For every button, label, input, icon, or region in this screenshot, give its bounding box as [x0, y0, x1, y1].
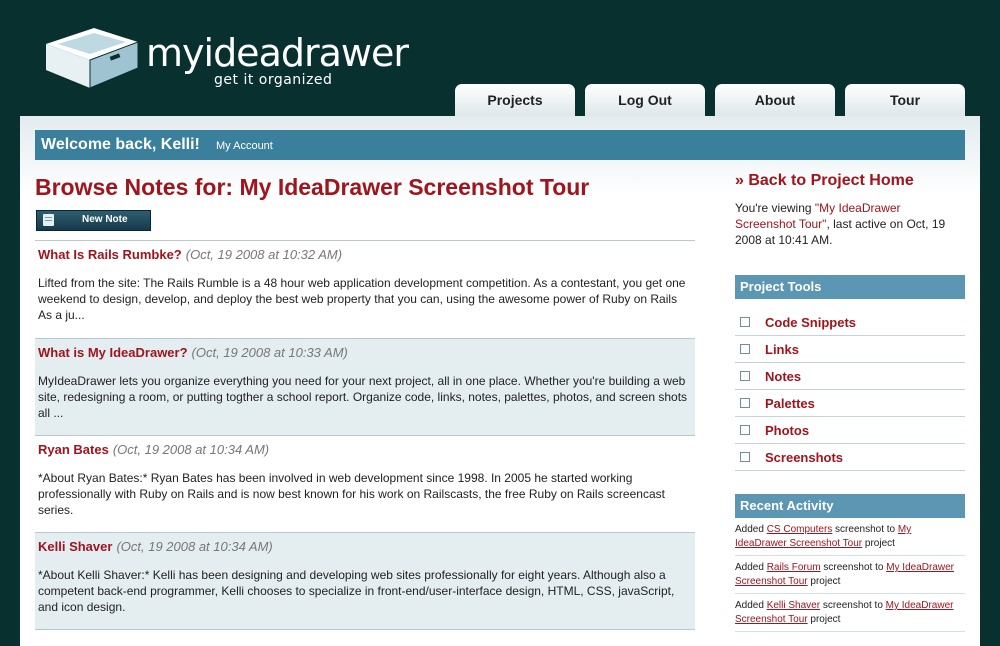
note-icon — [43, 214, 54, 226]
note-date: (Oct, 19 2008 at 10:34 AM) — [112, 442, 270, 457]
note-title[interactable]: Ryan Bates — [38, 442, 109, 457]
tool-item-links[interactable]: Links — [735, 336, 965, 363]
activity-item-link[interactable]: CS Computers — [767, 524, 833, 535]
list-item: Ryan Bates (Oct, 19 2008 at 10:34 AM) *Ab… — [35, 435, 695, 532]
tool-item-code-snippets[interactable]: Code Snippets — [735, 309, 965, 336]
activity-text: Added — [735, 600, 767, 611]
recent-activity-heading: Recent Activity — [735, 494, 965, 518]
note-date: (Oct, 19 2008 at 10:32 AM) — [185, 247, 343, 262]
activity-item: Added Kelli Shaver screenshot to My Idea… — [735, 594, 965, 632]
note-excerpt: Lifted from the site: The Rails Rumble i… — [38, 276, 686, 322]
note-excerpt: *About Kelli Shaver:* Kelli has been des… — [38, 568, 675, 614]
tool-label: Links — [765, 342, 799, 357]
note-title[interactable]: What is My IdeaDrawer? — [38, 345, 188, 360]
tab-about[interactable]: About — [715, 84, 835, 116]
note-excerpt: *About Ryan Bates:* Ryan Bates has been … — [38, 471, 665, 517]
tool-label: Photos — [765, 423, 810, 438]
activity-text: Added — [735, 524, 767, 535]
note-title[interactable]: What Is Rails Rumbke? — [38, 247, 182, 262]
checkbox-icon — [740, 398, 750, 408]
new-note-button[interactable]: New Note — [36, 210, 151, 231]
activity-item-link[interactable]: Kelli Shaver — [767, 600, 820, 611]
checkbox-icon — [740, 425, 750, 435]
viewing-prefix: You're viewing — [735, 201, 815, 215]
note-excerpt: MyIdeaDrawer lets you organize everythin… — [38, 374, 688, 420]
project-tools-list: Code Snippets Links Notes Palettes Photo… — [735, 309, 965, 471]
note-date: (Oct, 19 2008 at 10:33 AM) — [191, 345, 348, 360]
tab-projects[interactable]: Projects — [455, 84, 575, 116]
activity-item: Added CS Computers screenshot to My Idea… — [735, 518, 965, 556]
drawer-logo-icon — [46, 28, 139, 89]
tool-item-notes[interactable]: Notes — [735, 363, 965, 390]
my-account-link[interactable]: My Account — [216, 140, 273, 152]
tool-label: Screenshots — [765, 450, 844, 465]
list-item: Kelli Shaver (Oct, 19 2008 at 10:34 AM) *… — [35, 532, 695, 630]
tool-item-photos[interactable]: Photos — [735, 417, 965, 444]
tool-item-palettes[interactable]: Palettes — [735, 390, 965, 417]
brand-tagline: get it organized — [214, 72, 333, 88]
new-note-label: New Note — [82, 214, 128, 225]
tool-label: Notes — [765, 369, 802, 384]
activity-text: Added — [735, 562, 767, 573]
tool-label: Palettes — [765, 396, 815, 411]
activity-item-link[interactable]: Rails Forum — [767, 562, 821, 573]
list-item: What Is Rails Rumbke? (Oct, 19 2008 at 10… — [35, 240, 695, 338]
checkbox-icon — [740, 371, 750, 381]
activity-text: screenshot to — [820, 562, 887, 573]
activity-text: project — [807, 576, 841, 587]
page-title: Browse Notes for: My IdeaDrawer Screensh… — [35, 174, 590, 200]
tab-log-out[interactable]: Log Out — [585, 84, 705, 116]
brand-name: myideadrawer — [146, 31, 409, 75]
checkbox-icon — [740, 452, 750, 462]
checkbox-icon — [740, 317, 750, 327]
welcome-greeting: Welcome back, Kelli! — [41, 136, 200, 153]
project-tools-heading: Project Tools — [735, 275, 965, 299]
note-title[interactable]: Kelli Shaver — [38, 539, 112, 554]
checkbox-icon — [740, 344, 750, 354]
project-viewing-info: You're viewing "My IdeaDrawer Screenshot… — [735, 200, 960, 248]
activity-text: project — [862, 538, 895, 549]
recent-activity-list: Added CS Computers screenshot to My Idea… — [735, 518, 965, 632]
tab-tour[interactable]: Tour — [845, 84, 965, 116]
activity-text: project — [807, 614, 841, 625]
activity-text: screenshot to — [832, 524, 898, 535]
list-item: What is My IdeaDrawer? (Oct, 19 2008 at 1… — [35, 338, 695, 435]
tool-item-screenshots[interactable]: Screenshots — [735, 444, 965, 471]
content-panel: Welcome back, Kelli! My Account Browse N… — [20, 116, 980, 646]
activity-item: Added Rails Forum screenshot to My IdeaD… — [735, 556, 965, 594]
note-date: (Oct, 19 2008 at 10:34 AM) — [116, 539, 273, 554]
tool-label: Code Snippets — [765, 315, 857, 330]
welcome-bar: Welcome back, Kelli! My Account — [35, 130, 965, 160]
activity-text: screenshot to — [820, 600, 886, 611]
notes-list: What Is Rails Rumbke? (Oct, 19 2008 at 10… — [35, 240, 695, 630]
back-to-project-link[interactable]: » Back to Project Home — [735, 172, 914, 190]
